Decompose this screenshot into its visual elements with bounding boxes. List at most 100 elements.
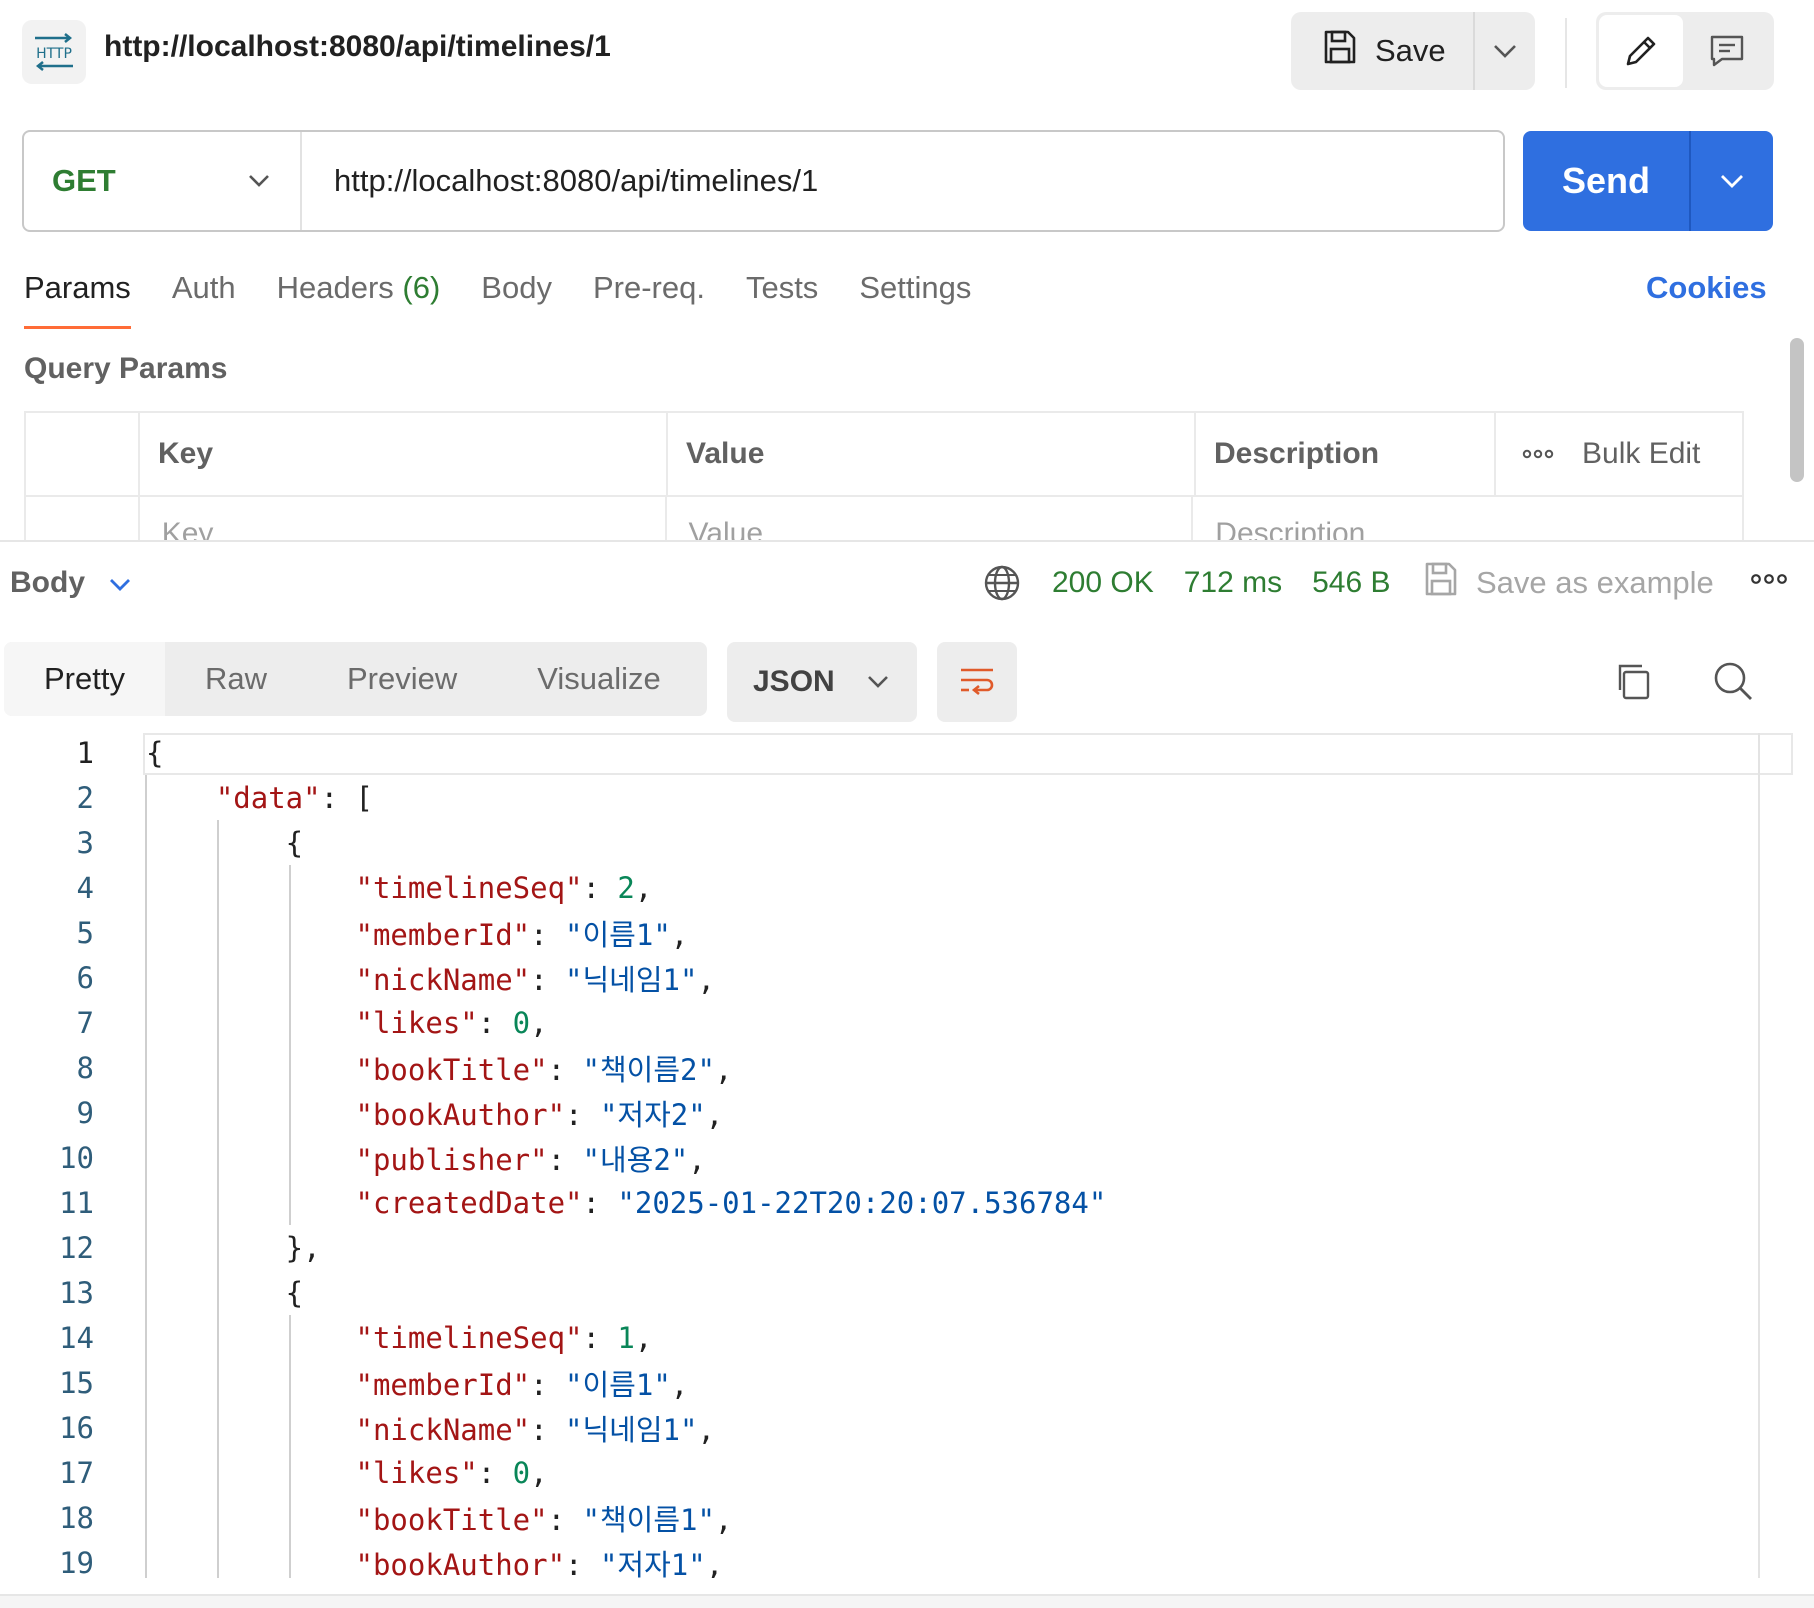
line-number: 16 [59, 1410, 94, 1445]
tab-params[interactable]: Params [24, 270, 131, 330]
code-text: "publisher": "내용2", [355, 1142, 706, 1177]
tab-raw[interactable]: Raw [165, 642, 307, 716]
code-text: "bookAuthor": "저자1", [355, 1547, 724, 1579]
value-input[interactable]: Value [667, 497, 1194, 541]
globe-icon[interactable] [982, 563, 1022, 608]
code-text: { [146, 735, 164, 770]
cookies-link[interactable]: Cookies [1646, 270, 1767, 306]
tab-tests[interactable]: Tests [746, 270, 818, 330]
send-options-button[interactable] [1691, 131, 1773, 231]
more-icon[interactable] [1750, 572, 1788, 591]
response-code-editor[interactable]: 1{2 "data": [3 {4 "timelineSeq": 2, 5 "me… [0, 730, 1800, 1578]
request-title[interactable]: http://localhost:8080/api/timelines/1 [104, 30, 611, 64]
code-line: 9 "bookAuthor": "저자2", [0, 1090, 1106, 1135]
edit-button[interactable] [1599, 15, 1683, 87]
value-header: Value [668, 413, 1196, 495]
line-number: 17 [59, 1455, 94, 1490]
response-meta: 200 OK 712 ms 546 B [1052, 566, 1391, 600]
code-line: 1{ [0, 730, 1106, 775]
line-number: 9 [76, 1095, 94, 1130]
url-input[interactable]: http://localhost:8080/api/timelines/1 [302, 163, 818, 199]
key-input[interactable]: Key [140, 497, 667, 541]
tab-pretty[interactable]: Pretty [4, 642, 165, 716]
tab-preview[interactable]: Preview [307, 642, 497, 716]
request-tabs: Params Auth Headers (6) Body Pre-req. Te… [24, 270, 1012, 330]
send-button[interactable]: Send [1523, 131, 1691, 231]
line-number: 5 [76, 915, 94, 950]
status-code[interactable]: 200 OK [1052, 566, 1154, 600]
code-text: { [146, 825, 304, 860]
url-bar: GET http://localhost:8080/api/timelines/… [22, 130, 1505, 232]
response-body-label[interactable]: Body [10, 566, 85, 600]
description-input[interactable]: Description [1193, 497, 1742, 541]
table-row: Key Value Description [26, 497, 1742, 541]
editor-scrollbar-track[interactable] [1758, 733, 1760, 1578]
code-line: 15 "memberId": "이름1", [0, 1360, 1106, 1405]
response-time[interactable]: 712 ms [1184, 566, 1282, 600]
code-line: 11 "createdDate": "2025-01-22T20:20:07.5… [0, 1180, 1106, 1225]
request-scrollbar[interactable] [1790, 338, 1804, 482]
tab-body[interactable]: Body [481, 270, 552, 330]
code-text: "createdDate": "2025-01-22T20:20:07.5367… [355, 1185, 1107, 1220]
svg-text:HTTP: HTTP [36, 46, 72, 62]
code-line: 8 "bookTitle": "책이름2", [0, 1045, 1106, 1090]
checkbox-column [26, 413, 140, 495]
code-line: 3 { [0, 820, 1106, 865]
tab-headers[interactable]: Headers (6) [277, 270, 441, 330]
code-lines: 1{2 "data": [3 {4 "timelineSeq": 2, 5 "me… [0, 730, 1106, 1579]
save-as-example-button[interactable]: Save as example [1422, 560, 1714, 606]
code-text: "likes": 0, [355, 1455, 548, 1490]
code-text: "memberId": "이름1", [355, 917, 689, 952]
code-text: "bookAuthor": "저자2", [355, 1097, 724, 1132]
copy-icon[interactable] [1612, 660, 1654, 707]
comments-button[interactable] [1683, 15, 1771, 87]
code-line: 13 { [0, 1270, 1106, 1315]
format-label: JSON [753, 665, 835, 698]
wrap-lines-button[interactable] [937, 642, 1017, 722]
format-select[interactable]: JSON [727, 642, 917, 722]
code-line: 19 "bookAuthor": "저자1", [0, 1540, 1106, 1579]
line-number: 1 [76, 735, 94, 770]
view-mode-group [1596, 12, 1774, 90]
code-text: "bookTitle": "책이름1", [355, 1502, 733, 1537]
query-params-title: Query Params [24, 352, 228, 385]
line-number: 3 [76, 825, 94, 860]
search-icon[interactable] [1712, 660, 1754, 707]
more-icon[interactable] [1522, 449, 1554, 459]
http-request-icon: HTTP [22, 20, 86, 84]
tab-pre-request[interactable]: Pre-req. [593, 270, 705, 330]
line-number: 6 [76, 960, 94, 995]
method-select[interactable]: GET [24, 132, 302, 230]
line-number: 18 [59, 1500, 94, 1535]
response-size[interactable]: 546 B [1312, 566, 1390, 600]
line-number: 14 [59, 1320, 94, 1355]
save-label: Save [1375, 33, 1446, 68]
line-number: 19 [59, 1545, 94, 1579]
comment-icon [1710, 35, 1744, 67]
code-line: 10 "publisher": "내용2", [0, 1135, 1106, 1180]
bulk-edit-area: Bulk Edit [1496, 413, 1700, 495]
code-line: 18 "bookTitle": "책이름1", [0, 1495, 1106, 1540]
bulk-edit-button[interactable]: Bulk Edit [1582, 437, 1700, 471]
chevron-down-icon[interactable] [108, 566, 132, 607]
code-line: 4 "timelineSeq": 2, [0, 865, 1106, 910]
code-line: 17 "likes": 0, [0, 1450, 1106, 1495]
chevron-down-icon [1494, 45, 1516, 58]
tab-visualize[interactable]: Visualize [497, 642, 701, 716]
line-number: 4 [76, 870, 94, 905]
chevron-down-icon [1721, 175, 1743, 188]
toolbar-divider [1565, 18, 1567, 88]
headers-count: (6) [402, 270, 441, 305]
save-options-button[interactable] [1475, 12, 1535, 90]
save-button[interactable]: Save [1291, 12, 1475, 90]
code-text: "likes": 0, [355, 1005, 548, 1040]
code-text: }, [146, 1230, 321, 1265]
row-checkbox-cell [26, 497, 140, 541]
pane-splitter[interactable] [0, 540, 1814, 542]
tab-auth[interactable]: Auth [172, 270, 236, 330]
code-line: 6 "nickName": "닉네임1", [0, 955, 1106, 1000]
line-number: 11 [59, 1185, 94, 1220]
line-number: 15 [59, 1365, 94, 1400]
send-button-group: Send [1523, 131, 1773, 231]
tab-settings[interactable]: Settings [859, 270, 971, 330]
